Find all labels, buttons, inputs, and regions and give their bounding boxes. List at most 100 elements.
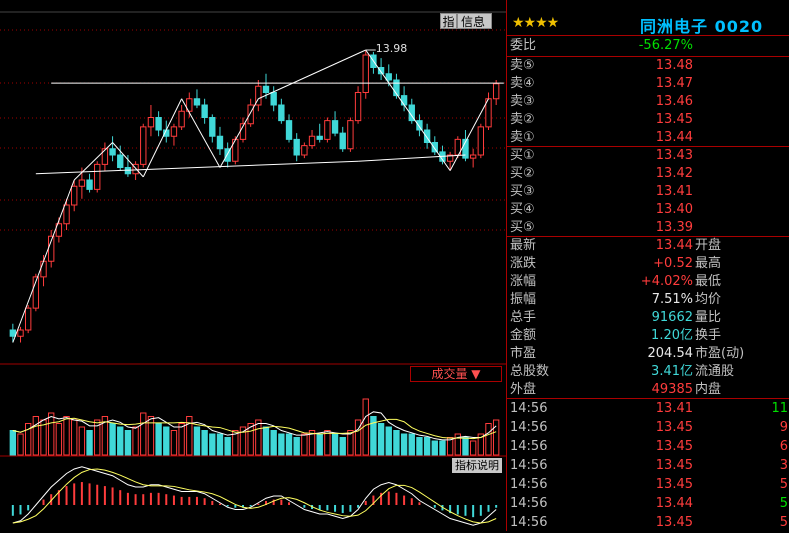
tick-row[interactable]: 14:56 13.41 11 (507, 399, 789, 419)
candle-body (170, 126, 178, 137)
volume-bar (178, 423, 185, 456)
bid-label: 买③ (510, 184, 535, 199)
candle-body (178, 110, 185, 128)
volume-bar (400, 433, 408, 456)
candle-body (216, 135, 224, 150)
ask-price: 13.48 (655, 58, 693, 73)
tick-row[interactable]: 14:56 13.44 5 (507, 494, 789, 514)
trendline (12, 179, 75, 343)
candle-body (24, 307, 32, 331)
stat-label: 最新 (510, 238, 537, 253)
volume-bar (492, 419, 500, 456)
bid-label: 买⑤ (510, 220, 535, 235)
volume-bar (385, 426, 392, 456)
volume-bar (293, 437, 300, 456)
zhi-button[interactable]: 指 (440, 13, 457, 29)
indicator-line (12, 466, 497, 526)
volume-bar (331, 433, 339, 456)
candle-body (94, 163, 101, 190)
candle-body (9, 329, 17, 337)
candle-body (209, 117, 216, 137)
ask-row[interactable]: 卖① 13.44 (507, 129, 789, 147)
tick-row[interactable]: 14:56 13.45 3 (507, 456, 789, 476)
tick-volume: 11 (771, 401, 788, 416)
stat-row: 金额 1.20亿 换手 (507, 327, 789, 345)
stat-value: 3.41亿 (651, 364, 693, 379)
volume-bar (285, 433, 293, 456)
stock-title[interactable]: 同洲电子 0020 (640, 13, 763, 37)
stat-value: 204.54 (647, 346, 694, 361)
stat-label-secondary: 最高 (695, 256, 722, 271)
volume-bar (324, 430, 331, 456)
stat-row: 涨幅 +4.02% 最低 (507, 273, 789, 291)
ask-row[interactable]: 卖④ 13.47 (507, 75, 789, 93)
tick-time: 14:56 (510, 420, 548, 435)
bid-row[interactable]: 买① 13.43 (507, 147, 789, 165)
tick-time: 14:56 (510, 496, 548, 511)
stat-label: 金额 (510, 328, 537, 343)
trendline (365, 49, 451, 171)
candle-body (117, 154, 124, 168)
ask-row[interactable]: 卖② 13.45 (507, 111, 789, 129)
tick-volume: 3 (779, 458, 788, 473)
stat-label: 振幅 (510, 292, 537, 307)
ask-price: 13.44 (655, 130, 693, 145)
stat-row: 外盘 49385 内盘 (507, 381, 789, 399)
bid-price: 13.39 (655, 220, 693, 235)
volume-bar (416, 437, 423, 456)
candle-body (86, 179, 93, 190)
stat-label-secondary: 均价 (695, 292, 722, 307)
info-button[interactable]: 信息 (457, 13, 492, 29)
bid-row[interactable]: 买⑤ 13.39 (507, 219, 789, 237)
volume-bar (17, 433, 24, 456)
tick-row[interactable]: 14:56 13.45 6 (507, 437, 789, 457)
ask-row[interactable]: 卖③ 13.46 (507, 93, 789, 111)
tick-volume: 9 (779, 420, 788, 435)
volume-bar (193, 426, 201, 456)
bid-row[interactable]: 买② 13.42 (507, 165, 789, 183)
volume-bar (224, 437, 231, 456)
stat-label-secondary: 换手 (695, 328, 722, 343)
ask-label: 卖① (510, 130, 535, 145)
indicator-explain-button[interactable]: 指标说明 (452, 458, 502, 473)
candle-body (247, 104, 254, 125)
volume-bar (163, 426, 170, 456)
volume-bar (32, 416, 40, 456)
volume-ma-line (12, 411, 497, 441)
bid-label: 买① (510, 148, 535, 163)
bid-row[interactable]: 买④ 13.40 (507, 201, 789, 219)
stat-value: 7.51% (651, 292, 693, 307)
stat-label: 总股数 (510, 364, 550, 379)
bid-row[interactable]: 买③ 13.41 (507, 183, 789, 201)
tick-price: 13.45 (655, 477, 693, 492)
volume-bar (393, 430, 400, 456)
volume-bar (462, 437, 469, 456)
candle-body (101, 148, 109, 165)
tick-volume: 5 (779, 515, 788, 530)
indicator-signal-line (12, 468, 497, 524)
weibi-label: 委比 (510, 38, 537, 53)
tick-row[interactable]: 14:56 13.45 5 (507, 475, 789, 495)
stat-label-secondary: 最低 (695, 274, 722, 289)
stat-label: 涨幅 (510, 274, 537, 289)
bid-price: 13.42 (655, 166, 693, 181)
volume-bar (48, 412, 55, 456)
bid-price: 13.40 (655, 202, 693, 217)
candle-body (63, 204, 70, 225)
kline-chart-area[interactable]: 指 信息 13.98 成交量 ▼ 指标说明 (0, 0, 506, 531)
candle-body (385, 73, 392, 81)
volume-bar (485, 423, 492, 456)
stat-value: 13.44 (655, 238, 693, 253)
ask-label: 卖⑤ (510, 58, 535, 73)
stat-row: 涨跌 +0.52 最高 (507, 255, 789, 273)
volume-bar (109, 423, 116, 456)
tick-row[interactable]: 14:56 13.45 9 (507, 418, 789, 438)
ask-label: 卖④ (510, 76, 535, 91)
ask-row[interactable]: 卖⑤ 13.48 (507, 57, 789, 75)
candle-body (339, 132, 346, 150)
tick-row[interactable]: 14:56 13.45 5 (507, 513, 789, 533)
candle-body (147, 117, 155, 128)
volume-indicator-select[interactable]: 成交量 ▼ (410, 366, 502, 382)
bid-price: 13.41 (655, 184, 693, 199)
kline-chart-svg[interactable] (0, 0, 506, 531)
